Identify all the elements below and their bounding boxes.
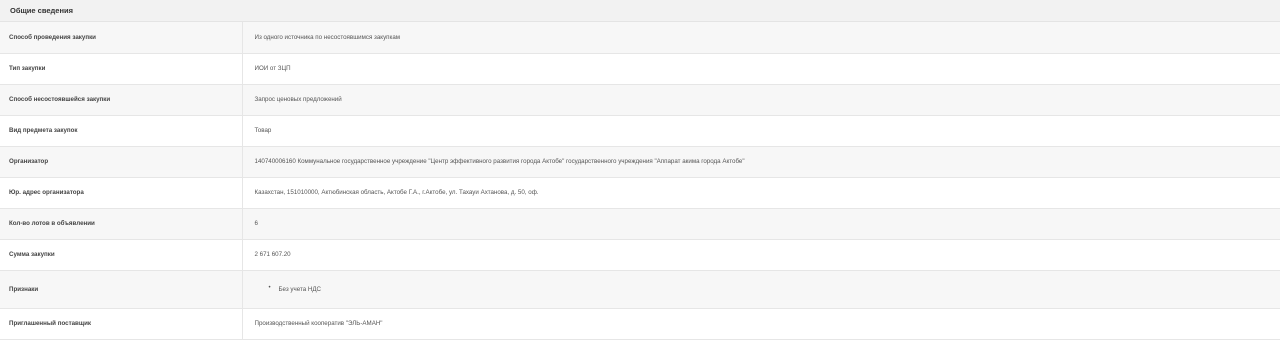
row-value: Из одного источника по несостоявшимся за… xyxy=(242,22,1280,54)
row-value: Казахстан, 151010000, Актюбинская област… xyxy=(242,177,1280,209)
row-attributes: Признаки • Без учета НДС xyxy=(0,270,1280,309)
list-item: • Без учета НДС xyxy=(268,284,1280,293)
attributes-list: • Без учета НДС xyxy=(255,284,1280,293)
general-info-table: Способ проведения закупки Из одного исто… xyxy=(0,22,1280,340)
row-procurement-type: Тип закупки ИОИ от ЗЦП xyxy=(0,53,1280,85)
row-value: Запрос ценовых предложений xyxy=(242,84,1280,116)
row-procurement-amount: Сумма закупки 2 671 607.20 xyxy=(0,239,1280,271)
row-invited-supplier: Приглашенный поставщик Производственный … xyxy=(0,308,1280,340)
attribute-label: Без учета НДС xyxy=(278,285,322,293)
row-value: 2 671 607.20 xyxy=(242,239,1280,271)
row-value: 140740006160 Коммунальное государственно… xyxy=(242,146,1280,178)
row-label: Приглашенный поставщик xyxy=(0,308,243,340)
row-label: Вид предмета закупок xyxy=(0,115,243,147)
row-label: Признаки xyxy=(0,270,243,309)
row-failed-procurement-method: Способ несостоявшейся закупки Запрос цен… xyxy=(0,84,1280,116)
row-value: • Без учета НДС xyxy=(242,270,1280,309)
row-label: Тип закупки xyxy=(0,53,243,85)
row-organizer-address: Юр. адрес организатора Казахстан, 151010… xyxy=(0,177,1280,209)
row-organizer: Организатор 140740006160 Коммунальное го… xyxy=(0,146,1280,178)
row-label: Сумма закупки xyxy=(0,239,243,271)
row-label: Способ несостоявшейся закупки xyxy=(0,84,243,116)
row-procurement-method: Способ проведения закупки Из одного исто… xyxy=(0,22,1280,54)
row-label: Организатор xyxy=(0,146,243,178)
row-label: Способ проведения закупки xyxy=(0,22,243,54)
row-subject-type: Вид предмета закупок Товар xyxy=(0,115,1280,147)
section-title: Общие сведения xyxy=(0,0,1280,22)
row-label: Юр. адрес организатора xyxy=(0,177,243,209)
general-info-panel: Общие сведения Способ проведения закупки… xyxy=(0,0,1280,341)
row-value: Производственный кооператив "ЭЛЬ-АМАН" xyxy=(242,308,1280,340)
row-label: Кол-во лотов в объявлении xyxy=(0,208,243,240)
row-lot-count: Кол-во лотов в объявлении 6 xyxy=(0,208,1280,240)
row-value: ИОИ от ЗЦП xyxy=(242,53,1280,85)
bullet-icon: • xyxy=(268,284,271,291)
row-value: Товар xyxy=(242,115,1280,147)
row-value: 6 xyxy=(242,208,1280,240)
